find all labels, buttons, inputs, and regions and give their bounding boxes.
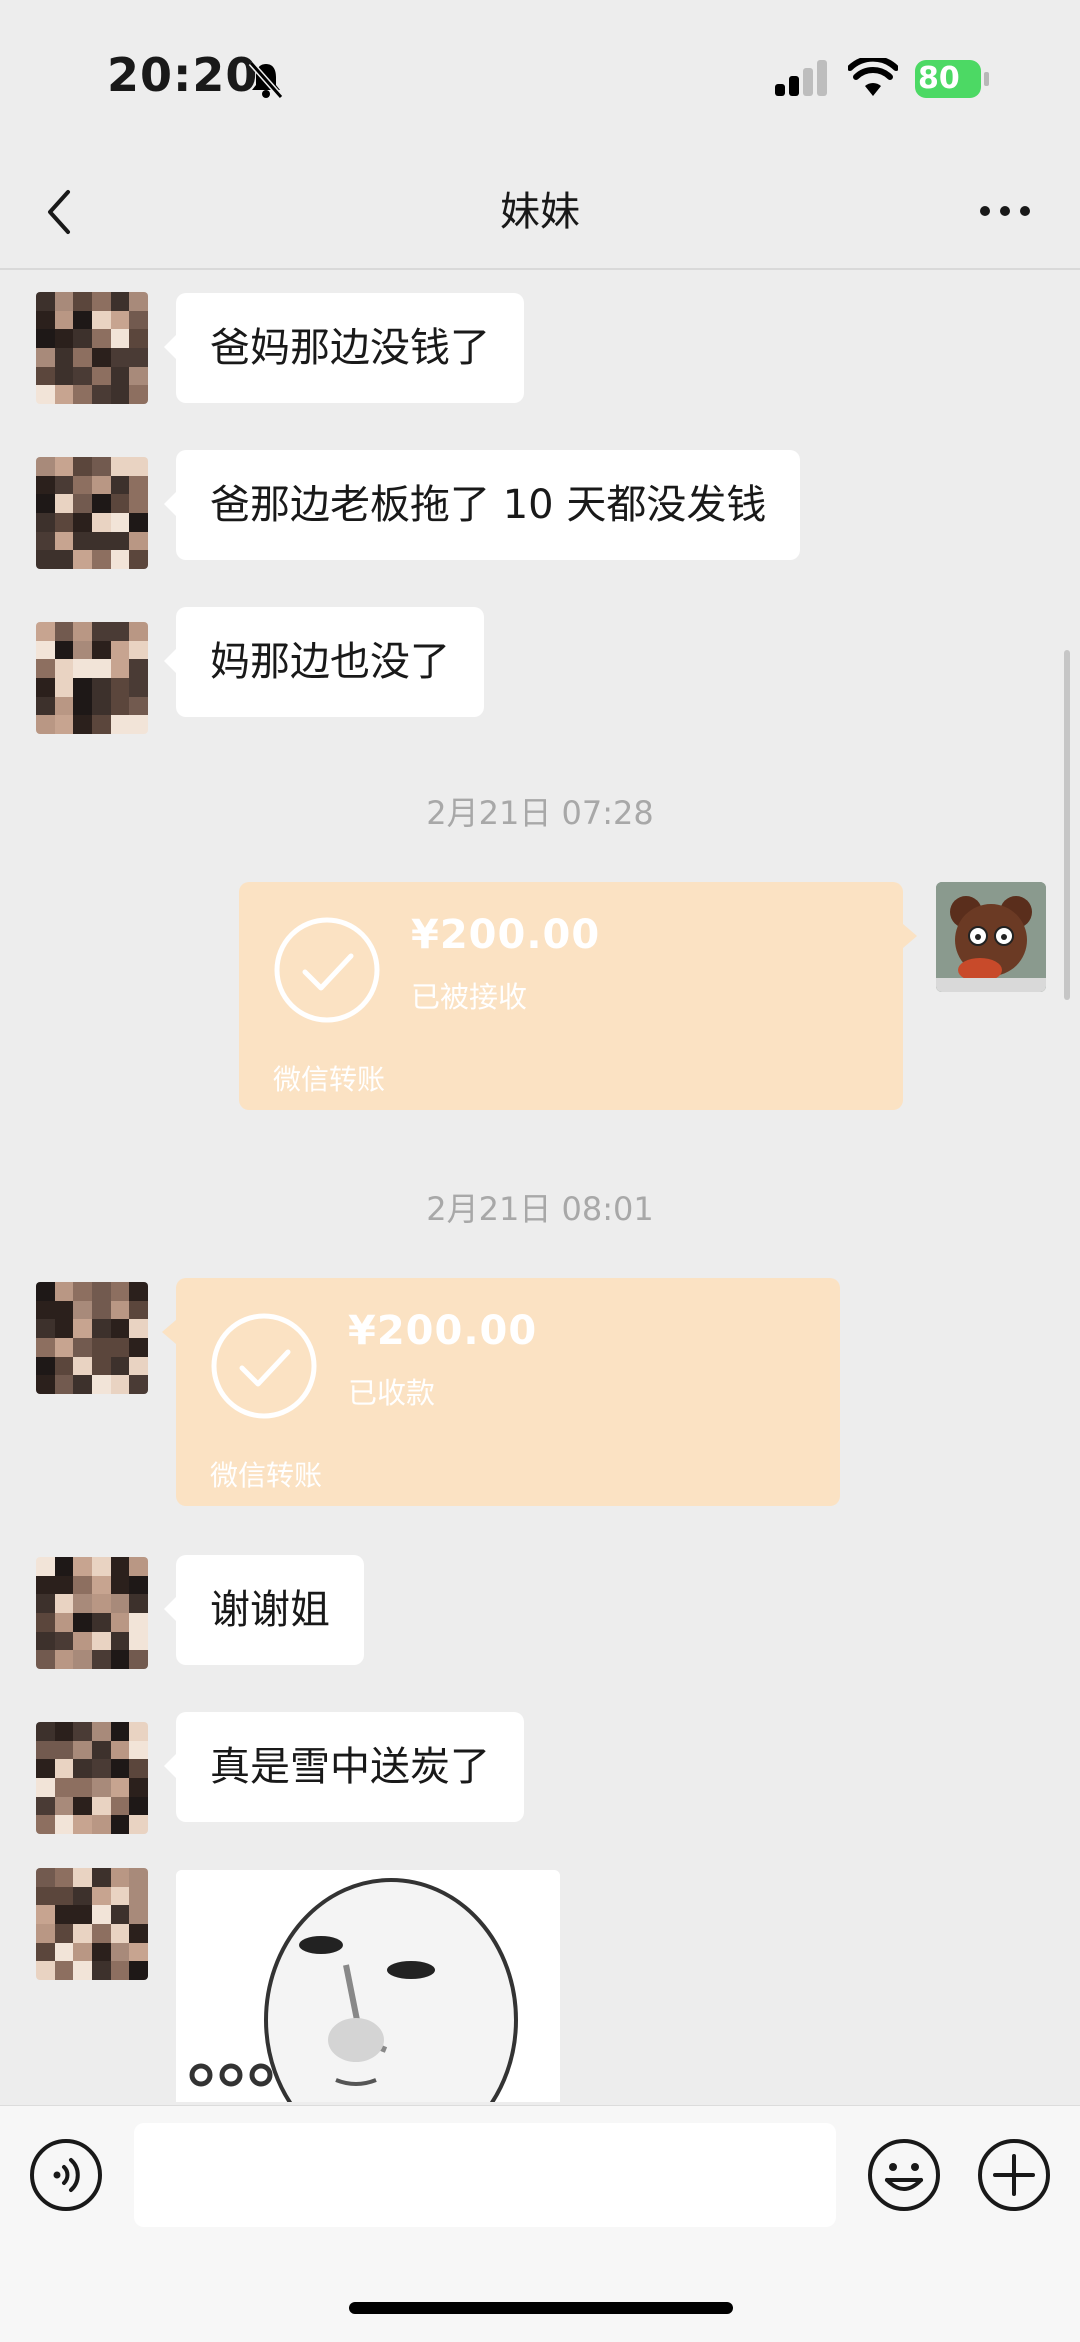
contact-avatar[interactable] [36, 1868, 148, 1980]
contact-avatar[interactable] [36, 622, 148, 734]
transfer-label: 微信转账 [210, 1459, 323, 1492]
message-bubble[interactable]: 爸那边老板拖了 10 天都没发钱 [163, 450, 801, 560]
contact-avatar[interactable] [36, 457, 148, 569]
status-time: 20:20 [107, 48, 259, 102]
timestamp: 2月21日 08:01 [426, 1190, 654, 1228]
mute-bell-icon [248, 61, 284, 99]
message-bubble[interactable]: 谢谢姐 [164, 1555, 364, 1665]
transfer-status: 已被接收 [411, 980, 528, 1014]
voice-input-icon[interactable] [29, 2138, 103, 2212]
battery-indicator: 80 [915, 60, 993, 100]
wifi-icon [848, 58, 898, 96]
contact-avatar[interactable] [36, 1557, 148, 1669]
emoji-icon[interactable] [867, 2138, 941, 2212]
cellular-signal-icon [775, 60, 827, 96]
message-bubble[interactable]: 妈那边也没了 [164, 607, 484, 717]
transfer-amount: ¥200.00 [411, 912, 601, 958]
transfer-status: 已收款 [348, 1376, 436, 1410]
transfer-card-sent[interactable]: ¥200.00 已被接收 微信转账 [239, 882, 917, 1110]
home-indicator[interactable] [349, 2302, 733, 2314]
chat-header: 妹妹 [0, 160, 1080, 270]
bear-avatar-icon [936, 882, 1046, 992]
battery-percent: 80 [918, 61, 960, 96]
contact-avatar[interactable] [36, 1282, 148, 1394]
more-options-icon[interactable] [975, 196, 1035, 226]
my-avatar[interactable] [936, 882, 1046, 992]
transfer-label: 微信转账 [273, 1063, 386, 1096]
message-input[interactable] [134, 2123, 836, 2227]
timestamp: 2月21日 07:28 [426, 794, 654, 832]
check-circle-icon [274, 917, 380, 1023]
message-bubble[interactable]: 爸妈那边没钱了 [164, 293, 524, 403]
plus-icon[interactable] [977, 2138, 1051, 2212]
sticker-image[interactable] [176, 1870, 560, 2102]
contact-avatar[interactable] [36, 292, 148, 404]
contact-avatar[interactable] [36, 1722, 148, 1834]
face-sticker-icon [176, 1870, 560, 2102]
transfer-card-received[interactable]: ¥200.00 已收款 微信转账 [162, 1278, 840, 1506]
status-bar: 20:20 80 [0, 0, 1080, 160]
message-bubble[interactable]: 真是雪中送炭了 [164, 1712, 524, 1822]
check-circle-icon [211, 1313, 317, 1419]
chat-title: 妹妹 [500, 189, 580, 235]
transfer-amount: ¥200.00 [348, 1308, 538, 1354]
